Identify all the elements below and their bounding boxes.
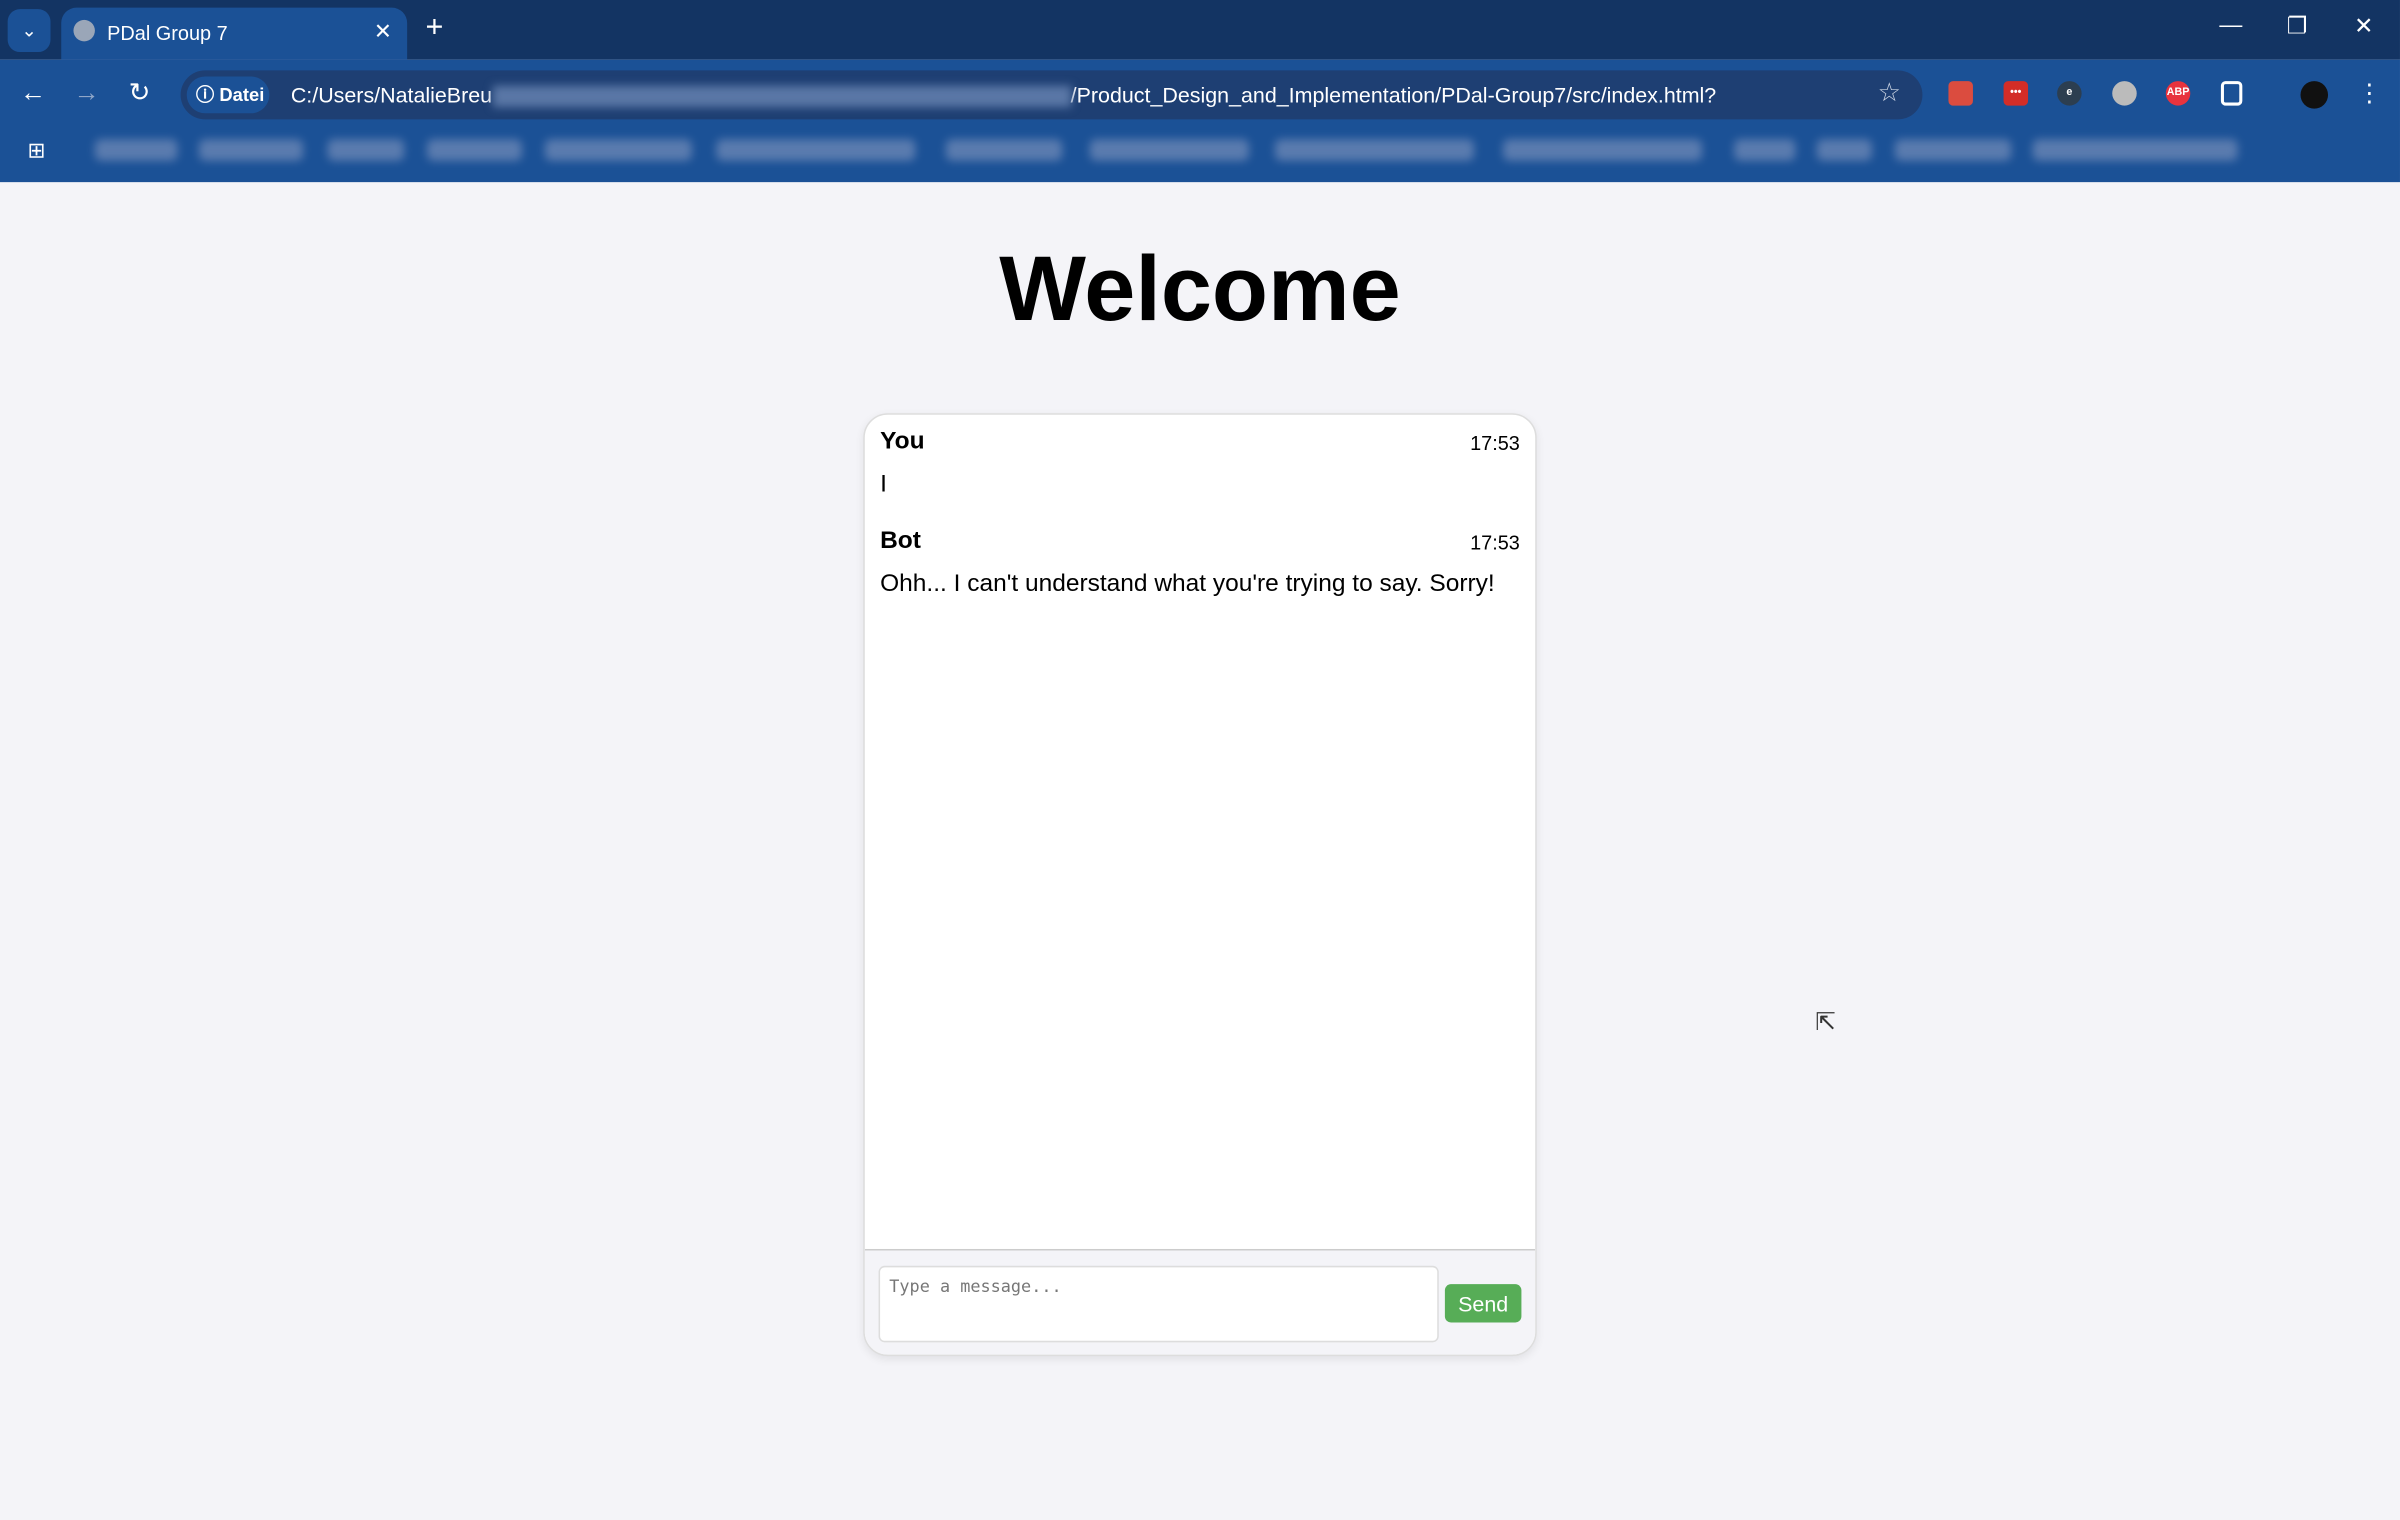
ghostery-extension-icon[interactable]: e bbox=[2057, 81, 2082, 106]
chat-window: You 17:53 I Bot 17:53 Ohh... I can't und… bbox=[863, 413, 1537, 1357]
bookmark-item[interactable] bbox=[1816, 139, 1872, 161]
reload-icon[interactable]: ↻ bbox=[129, 78, 151, 109]
bookmark-item[interactable] bbox=[2032, 139, 2238, 161]
bookmark-item[interactable] bbox=[1734, 139, 1796, 161]
tab-search-button[interactable]: ⌄ bbox=[7, 9, 51, 53]
bookmark-item[interactable] bbox=[94, 139, 178, 161]
site-info-label: Datei bbox=[219, 84, 265, 106]
lastpass-extension-icon[interactable]: ••• bbox=[2003, 81, 2029, 106]
forward-icon[interactable]: → bbox=[73, 78, 99, 109]
todoist-extension-icon[interactable] bbox=[1948, 81, 1973, 106]
send-button[interactable]: Send bbox=[1444, 1284, 1522, 1323]
url-suffix: /Product_Design_and_Implementation/PDal-… bbox=[1070, 82, 1717, 108]
bookmark-item[interactable] bbox=[1503, 139, 1703, 161]
bookmark-item[interactable] bbox=[945, 139, 1063, 161]
globe-icon bbox=[73, 19, 95, 42]
minimize-button[interactable]: — bbox=[2219, 12, 2242, 38]
extensions-puzzle-icon[interactable] bbox=[2220, 81, 2243, 106]
message-time: 17:53 bbox=[1470, 531, 1520, 555]
chat-input-bar: Send bbox=[864, 1248, 1536, 1355]
bookmark-item[interactable] bbox=[198, 139, 304, 161]
message-time: 17:53 bbox=[1470, 431, 1520, 455]
address-bar[interactable]: ⓘ Datei C:/Users/NatalieBreu/Product_Des… bbox=[180, 70, 1923, 120]
tab-pdal-group-7[interactable]: PDal Group 7 ✕ bbox=[61, 7, 408, 60]
message-sender: You bbox=[880, 428, 925, 455]
adblock-plus-icon[interactable]: ABP bbox=[2165, 81, 2191, 106]
menu-kebab-icon[interactable]: ⋮ bbox=[2357, 78, 2381, 109]
site-info-chip[interactable]: ⓘ Datei bbox=[186, 76, 270, 114]
bookmark-item[interactable] bbox=[544, 139, 692, 161]
bookmark-item[interactable] bbox=[1894, 139, 2012, 161]
tab-strip: ⌄ PDal Group 7 ✕ + — ❐ ✕ bbox=[0, 0, 2400, 60]
back-icon[interactable]: ← bbox=[20, 78, 46, 109]
url-prefix: C:/Users/NatalieBreu bbox=[290, 82, 493, 108]
page-title: Welcome bbox=[999, 237, 1401, 340]
apps-grid-icon[interactable]: ⊞ bbox=[28, 138, 46, 164]
bookmark-item[interactable] bbox=[427, 139, 522, 161]
message-list: You 17:53 I Bot 17:53 Ohh... I can't und… bbox=[865, 415, 1535, 1249]
grey-extension-icon[interactable] bbox=[2112, 81, 2137, 106]
mouse-cursor-icon: ⇱ bbox=[1815, 1010, 1836, 1037]
message-text: Ohh... I can't understand what you're tr… bbox=[880, 570, 1495, 597]
tab-title: PDal Group 7 bbox=[107, 21, 228, 45]
bookmark-item[interactable] bbox=[327, 139, 405, 161]
close-window-button[interactable]: ✕ bbox=[2354, 12, 2373, 40]
bookmark-item[interactable] bbox=[1089, 139, 1249, 161]
message-item: Bot 17:53 Ohh... I can't understand what… bbox=[880, 528, 1520, 598]
new-tab-button[interactable]: + bbox=[426, 11, 444, 46]
url-text[interactable]: C:/Users/NatalieBreu/Product_Design_and_… bbox=[291, 83, 1716, 108]
toolbar: ← → ↻ ⓘ Datei C:/Users/NatalieBreu/Produ… bbox=[0, 59, 2400, 183]
message-item: You 17:53 I bbox=[880, 429, 1520, 499]
close-tab-icon[interactable]: ✕ bbox=[374, 18, 392, 44]
bookmark-star-icon[interactable]: ☆ bbox=[1878, 78, 1901, 109]
message-input[interactable] bbox=[878, 1265, 1439, 1343]
restore-button[interactable]: ❐ bbox=[2287, 12, 2308, 40]
profile-avatar[interactable] bbox=[2300, 81, 2329, 109]
message-sender: Bot bbox=[880, 528, 921, 555]
message-text: I bbox=[880, 471, 887, 498]
bookmark-item[interactable] bbox=[716, 139, 916, 161]
url-redacted bbox=[492, 86, 1071, 108]
bookmark-item[interactable] bbox=[1274, 139, 1474, 161]
